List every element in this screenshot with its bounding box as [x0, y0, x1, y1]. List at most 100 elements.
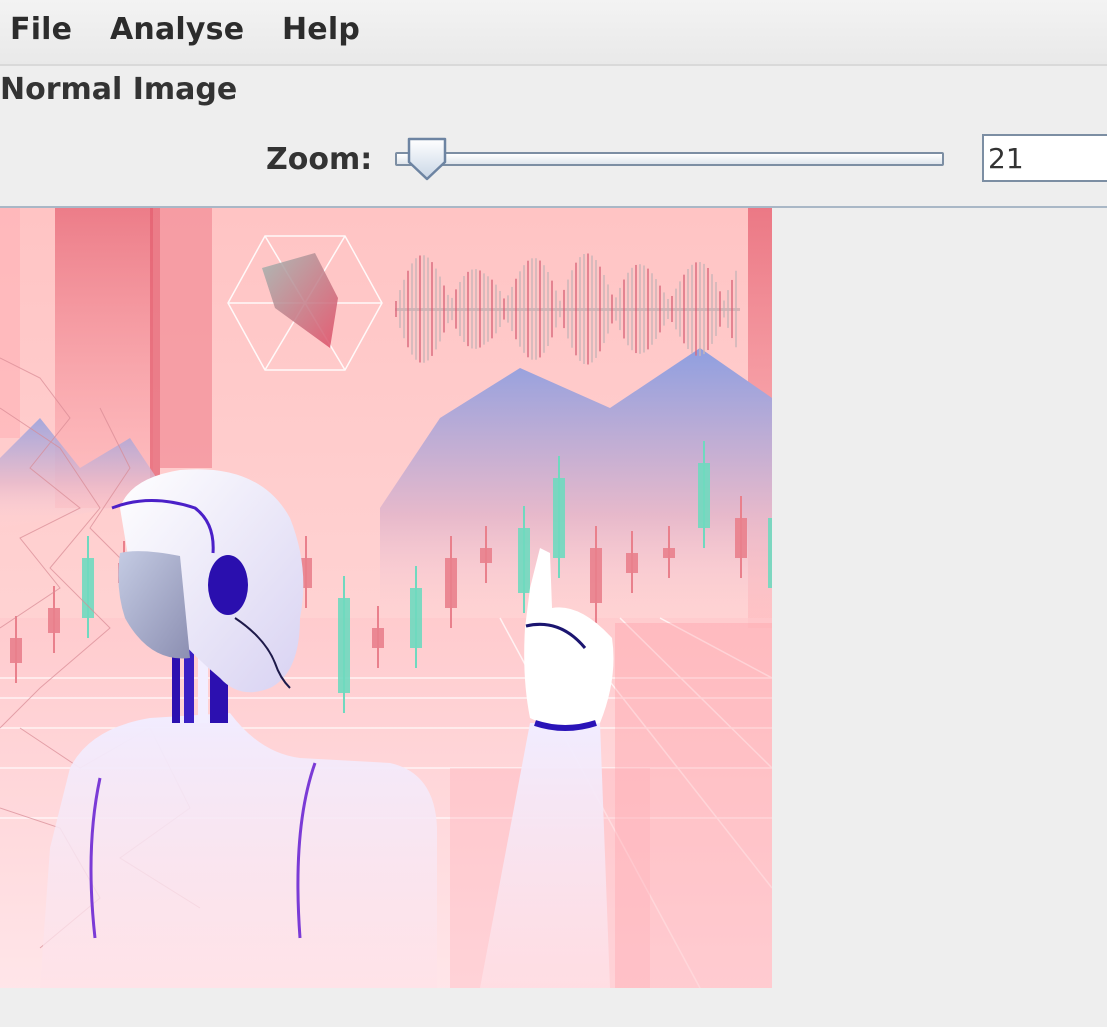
waveform-bar	[543, 265, 545, 353]
candle-body	[10, 638, 22, 663]
waveform-bar	[399, 290, 401, 328]
waveform-bar	[695, 262, 697, 356]
waveform-bar	[463, 276, 465, 342]
candle-body	[480, 548, 492, 563]
waveform-bar	[491, 279, 493, 339]
waveform-bar	[675, 288, 677, 330]
waveform-bar	[687, 269, 689, 349]
waveform-bar	[483, 273, 485, 345]
candle-body	[768, 518, 772, 588]
waveform-bar	[599, 266, 601, 352]
waveform-bar	[607, 284, 609, 334]
zoom-value-field[interactable]	[982, 134, 1107, 182]
waveform-bar	[455, 289, 457, 329]
waveform-bar	[635, 264, 637, 354]
waveform-bar	[507, 295, 509, 323]
waveform-bar	[699, 262, 701, 356]
candle-body	[553, 478, 565, 558]
waveform-bar	[571, 270, 573, 348]
zoom-label: Zoom:	[266, 142, 373, 177]
waveform-bar	[679, 281, 681, 337]
waveform-bar	[419, 255, 421, 363]
displayed-image	[0, 208, 772, 988]
waveform-bar	[555, 290, 557, 328]
waveform-bar	[427, 257, 429, 361]
waveform-bar	[435, 268, 437, 350]
waveform-bar	[667, 298, 669, 320]
menu-analyse[interactable]: Analyse	[110, 12, 244, 47]
waveform-bar	[411, 263, 413, 355]
waveform-bar	[443, 285, 445, 333]
waveform-bar	[487, 276, 489, 342]
waveform-bar	[719, 291, 721, 327]
waveform-bar	[663, 292, 665, 326]
waveform-bar	[655, 279, 657, 339]
zoom-slider[interactable]	[385, 132, 955, 188]
waveform-bar	[591, 255, 593, 363]
waveform-bar	[559, 300, 561, 318]
candle-body	[518, 528, 530, 593]
waveform-bar	[603, 274, 605, 344]
waveform-bar	[475, 269, 477, 349]
candle-body	[663, 548, 675, 558]
waveform-bar	[539, 260, 541, 358]
waveform-bar	[423, 255, 425, 363]
waveform-bar	[415, 258, 417, 360]
waveform-bar	[631, 267, 633, 351]
candle-body	[698, 463, 710, 528]
menu-bar: File Analyse Help	[0, 0, 1107, 65]
waveform-bar	[659, 285, 661, 333]
waveform-bar	[723, 300, 725, 318]
zoom-slider-thumb[interactable]	[406, 136, 448, 182]
waveform-bar	[575, 262, 577, 356]
waveform-bar	[611, 294, 613, 324]
candle-body	[338, 598, 350, 693]
waveform-bar	[467, 271, 469, 347]
candle-body	[590, 548, 602, 603]
waveform-bar	[683, 274, 685, 344]
waveform-bar	[567, 279, 569, 339]
waveform-bar	[595, 260, 597, 358]
menu-help[interactable]: Help	[282, 12, 360, 47]
waveform-bar	[623, 279, 625, 339]
waveform-bar	[471, 269, 473, 349]
waveform-bar	[651, 273, 653, 345]
waveform-bar	[531, 258, 533, 360]
candle-body	[82, 558, 94, 618]
candle-body	[735, 518, 747, 558]
waveform-bar	[707, 267, 709, 351]
waveform-bar	[647, 268, 649, 350]
waveform-bar	[395, 301, 397, 317]
waveform-bar	[627, 272, 629, 346]
candle-body	[48, 608, 60, 633]
waveform-bar	[691, 264, 693, 354]
waveform-bar	[459, 281, 461, 337]
candle-body	[445, 558, 457, 608]
waveform-bar	[451, 297, 453, 321]
waveform-bar	[547, 272, 549, 346]
waveform-bar	[403, 279, 405, 339]
waveform-bar	[551, 280, 553, 338]
waveform-bar	[731, 279, 733, 339]
waveform-bar	[619, 287, 621, 331]
waveform-bar	[479, 270, 481, 348]
zoom-slider-track[interactable]	[395, 152, 944, 166]
waveform-bar	[639, 264, 641, 354]
candle-body	[626, 553, 638, 573]
menu-file[interactable]: File	[10, 12, 72, 47]
waveform-bar	[703, 263, 705, 355]
waveform-bar	[503, 298, 505, 320]
waveform-bar	[671, 295, 673, 323]
waveform-bar	[519, 271, 521, 347]
waveform-bar	[431, 262, 433, 356]
waveform-bar	[523, 265, 525, 353]
waveform-bar	[587, 253, 589, 365]
menu-separator	[0, 64, 1107, 66]
waveform-bar	[715, 282, 717, 336]
waveform-bar	[711, 274, 713, 344]
waveform-bar	[579, 257, 581, 361]
waveform-bar	[515, 278, 517, 340]
waveform-bar	[407, 270, 409, 348]
candle-body	[410, 588, 422, 648]
waveform-bar	[535, 258, 537, 360]
